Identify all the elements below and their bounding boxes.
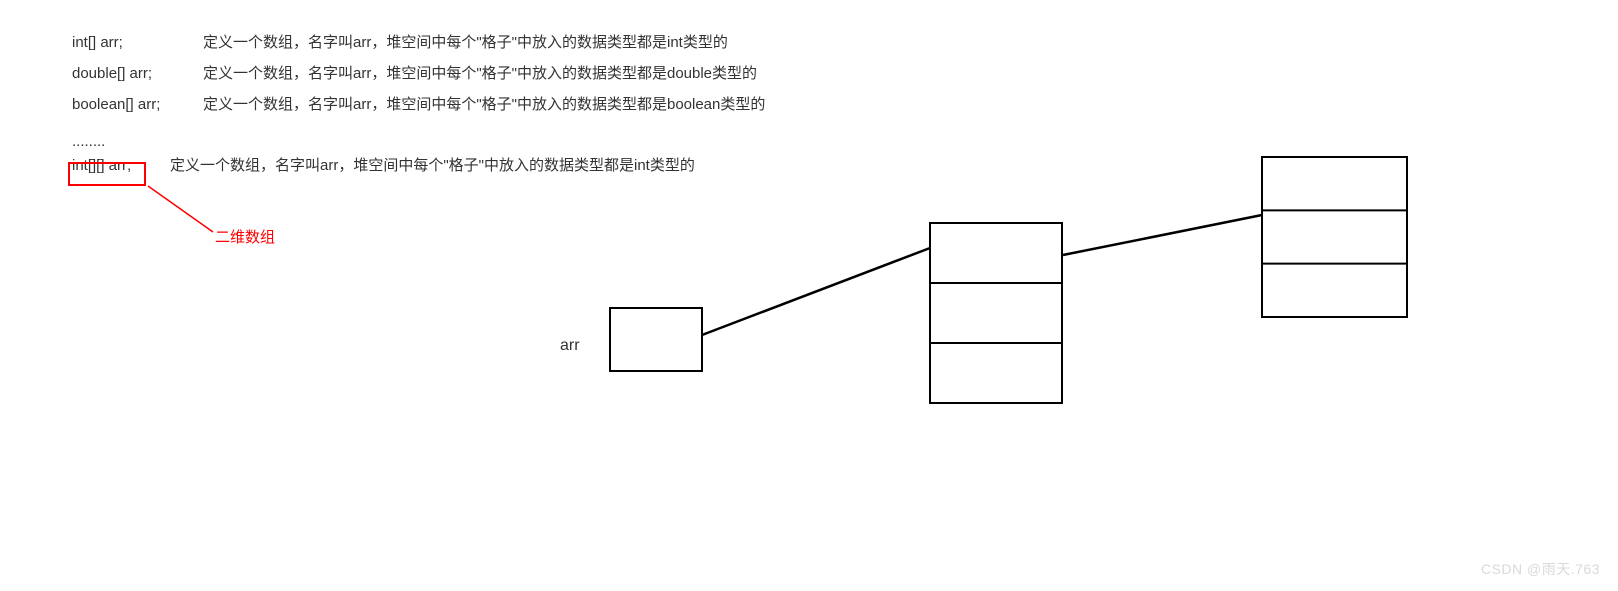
- arr-variable-label: arr: [560, 337, 580, 355]
- declaration-row-2d: int[][] arr; 定义一个数组，名字叫arr，堆空间中每个"格子"中放入…: [72, 158, 765, 189]
- decl-desc: 定义一个数组，名字叫arr，堆空间中每个"格子"中放入的数据类型都是boolea…: [203, 97, 765, 112]
- declarations-block: int[] arr; 定义一个数组，名字叫arr，堆空间中每个"格子"中放入的数…: [72, 35, 765, 189]
- ellipsis-text: ........: [72, 128, 765, 158]
- decl-code: int[] arr;: [72, 35, 203, 50]
- decl-desc-2d: 定义一个数组，名字叫arr，堆空间中每个"格子"中放入的数据类型都是int类型的: [170, 158, 695, 173]
- declaration-row: boolean[] arr; 定义一个数组，名字叫arr，堆空间中每个"格子"中…: [72, 97, 765, 128]
- declaration-row: double[] arr; 定义一个数组，名字叫arr，堆空间中每个"格子"中放…: [72, 66, 765, 97]
- declaration-row: int[] arr; 定义一个数组，名字叫arr，堆空间中每个"格子"中放入的数…: [72, 35, 765, 66]
- decl-code-2d: int[][] arr;: [72, 158, 170, 173]
- annotation-label: 二维数组: [215, 226, 275, 247]
- decl-code: double[] arr;: [72, 66, 203, 81]
- decl-code: boolean[] arr;: [72, 97, 203, 112]
- decl-desc: 定义一个数组，名字叫arr，堆空间中每个"格子"中放入的数据类型都是double…: [203, 66, 757, 81]
- watermark-text: CSDN @雨天.763: [1481, 559, 1600, 579]
- decl-desc: 定义一个数组，名字叫arr，堆空间中每个"格子"中放入的数据类型都是int类型的: [203, 35, 728, 50]
